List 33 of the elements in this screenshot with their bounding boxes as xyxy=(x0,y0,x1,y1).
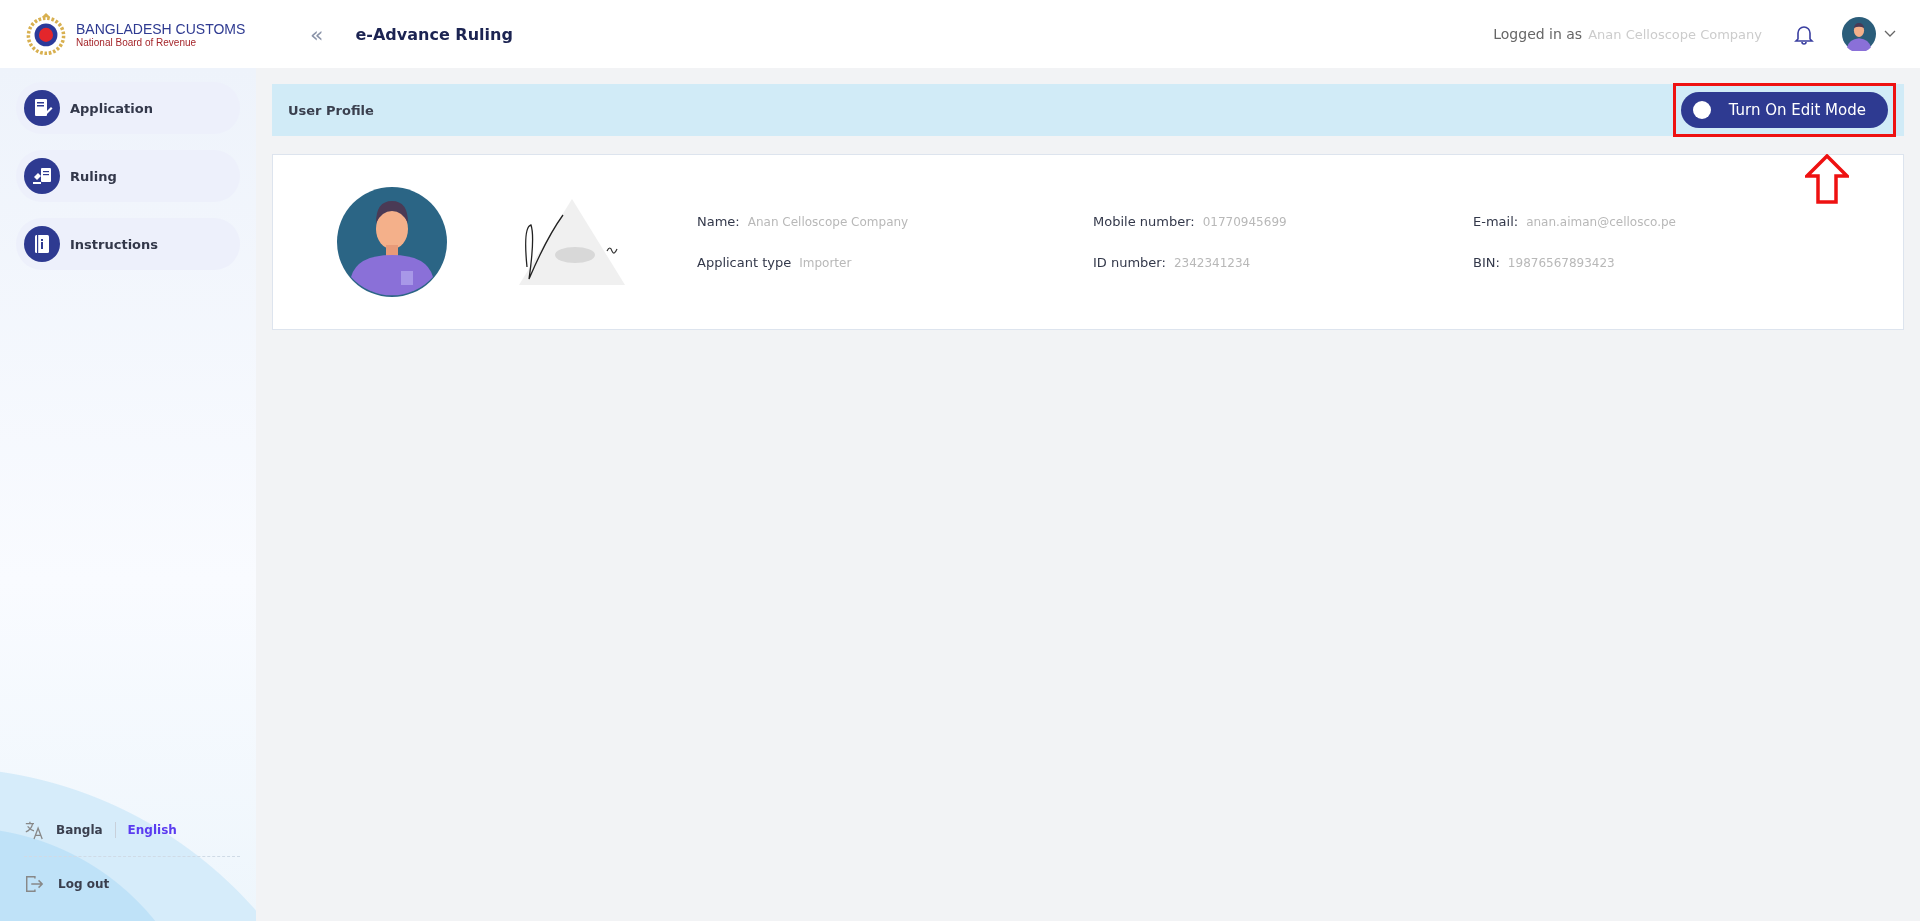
field-value: 01770945699 xyxy=(1202,215,1287,229)
sidebar-item[interactable]: Ruling xyxy=(16,150,240,202)
chevron-down-icon[interactable] xyxy=(1884,30,1896,38)
field-label: Name: xyxy=(697,214,740,229)
document-pen-icon xyxy=(24,90,60,126)
field-value: 2342341234 xyxy=(1173,256,1251,270)
brand-title: BANGLADESH CUSTOMS xyxy=(76,20,246,37)
field-label: ID number: xyxy=(1093,255,1166,270)
field-value: Importer xyxy=(799,256,852,270)
field-label: BIN: xyxy=(1473,255,1500,270)
language-option[interactable]: English xyxy=(127,823,177,837)
brand-subtitle: National Board of Revenue xyxy=(76,36,198,48)
logged-in-label: Logged in as xyxy=(1493,26,1583,42)
customs-emblem-icon xyxy=(24,12,68,56)
edit-mode-toggle[interactable]: Turn On Edit Mode xyxy=(1680,92,1888,128)
field-value: anan.aiman@cellosco.pe xyxy=(1526,215,1676,229)
language-option[interactable]: Bangla xyxy=(56,823,103,837)
book-icon xyxy=(24,226,60,262)
sidebar-item[interactable]: Application xyxy=(16,82,240,134)
field-label: Mobile number: xyxy=(1093,214,1195,229)
field-value: Anan Celloscope Company xyxy=(747,215,909,229)
field-value: 19876567893423 xyxy=(1507,256,1615,270)
field-label: Applicant type xyxy=(697,255,792,270)
page-title: e-Advance Ruling xyxy=(355,24,513,44)
field-label: E-mail: xyxy=(1473,214,1519,229)
sidebar-item[interactable]: Instructions xyxy=(16,218,240,270)
gavel-document-icon xyxy=(24,158,60,194)
user-avatar[interactable] xyxy=(1842,17,1876,51)
logout-button[interactable]: Log out xyxy=(58,877,110,891)
logout-icon xyxy=(24,874,44,894)
notification-bell-icon[interactable] xyxy=(1794,23,1814,45)
section-title: User Profile xyxy=(288,102,374,118)
translate-icon xyxy=(24,820,44,840)
